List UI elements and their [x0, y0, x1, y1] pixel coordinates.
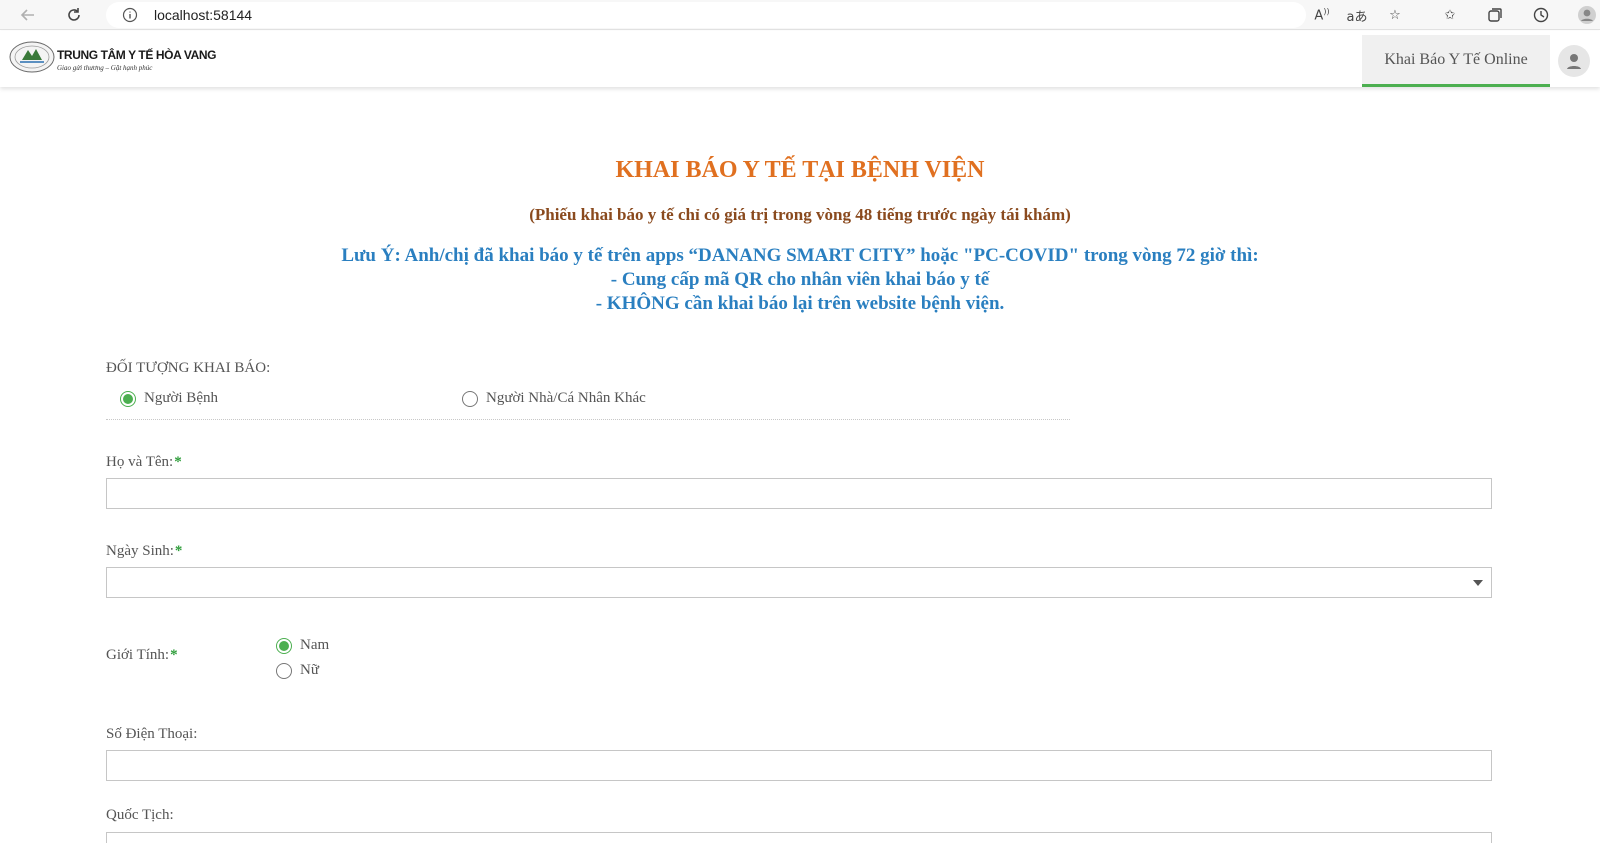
info-icon[interactable] [122, 7, 138, 23]
nationality-label: Quốc Tịch: [106, 807, 174, 823]
hospital-logo [9, 41, 55, 73]
radio-unchecked-icon[interactable] [462, 390, 478, 407]
fullname-label: Họ và Tên:* [106, 454, 182, 471]
subject-option-label: Người Bệnh [144, 390, 218, 406]
read-aloud-icon: A)) [1314, 6, 1330, 24]
gender-label-text: Giới Tính: [106, 647, 170, 663]
gender-option-male[interactable]: Nam [276, 637, 329, 654]
back-arrow-icon [20, 9, 34, 21]
reload-button[interactable] [62, 3, 86, 27]
dob-label-text: Ngày Sinh: [106, 543, 174, 559]
page-title: KHAI BÁO Y TẾ TẠI BỆNH VIỆN [615, 157, 985, 183]
dob-input[interactable] [107, 568, 1491, 597]
gender-option-label: Nam [300, 637, 330, 653]
notice-line: Lưu Ý: Anh/chị đã khai báo y tế trên app… [341, 245, 1259, 266]
collections-icon [1488, 8, 1502, 22]
notice-line: - KHÔNG cần khai báo lại trên website bệ… [595, 293, 1005, 314]
notice: Lưu Ý: Anh/chị đã khai báo y tế trên app… [0, 244, 1600, 316]
fullname-label-text: Họ và Tên: [106, 454, 174, 470]
gender-option-label: Nữ [300, 662, 319, 678]
required-mark: * [174, 454, 182, 470]
radio-unchecked-icon[interactable] [276, 662, 292, 679]
gender-option-female[interactable]: Nữ [276, 662, 319, 679]
profile-button[interactable] [1576, 4, 1598, 26]
required-mark: * [174, 543, 183, 559]
star-plus-icon: ☆ [1389, 7, 1401, 23]
read-aloud-button[interactable]: A)) [1311, 4, 1333, 26]
add-favorite-button[interactable]: ☆ [1384, 4, 1406, 26]
translate-button[interactable]: aあ [1346, 4, 1368, 26]
org-name: TRUNG TÂM Y TẾ HÒA VANG [57, 48, 217, 62]
address-url[interactable]: localhost:58144 [154, 7, 252, 23]
gender-label: Giới Tính:* [106, 647, 178, 664]
profile-icon [1578, 6, 1596, 24]
radio-checked-icon[interactable] [276, 637, 292, 654]
favorites-icon: ✩ [1444, 7, 1456, 23]
fullname-input[interactable] [107, 479, 1491, 508]
notice-line: - Cung cấp mã QR cho nhân viên khai báo … [610, 269, 990, 290]
phone-input[interactable] [107, 751, 1491, 780]
back-button[interactable] [16, 3, 40, 27]
phone-field[interactable] [106, 750, 1492, 781]
collections-button[interactable] [1484, 4, 1506, 26]
radio-checked-icon[interactable] [120, 390, 136, 407]
subject-option-relative[interactable]: Người Nhà/Cá Nhân Khác [462, 390, 646, 407]
dob-dropdown[interactable] [106, 567, 1492, 598]
nationality-field[interactable] [106, 832, 1492, 843]
phone-label: Số Điện Thoại: [106, 726, 198, 742]
subject-label: ĐỐI TƯỢNG KHAI BÁO: [106, 360, 271, 376]
favorites-button[interactable]: ✩ [1439, 4, 1461, 26]
history-button[interactable] [1530, 4, 1552, 26]
tab-khai-bao-y-te-online[interactable]: Khai Báo Y Tế Online [1362, 35, 1550, 87]
required-mark: * [170, 647, 178, 663]
reload-icon [68, 8, 80, 21]
history-icon [1533, 7, 1549, 23]
browser-toolbar: localhost:58144 A)) aあ ☆ ✩ [0, 0, 1600, 30]
caret-down-icon[interactable] [1473, 580, 1483, 586]
subject-option-label: Người Nhà/Cá Nhân Khác [486, 390, 646, 406]
translate-icon: aあ [1346, 9, 1368, 25]
site-header: TRUNG TÂM Y TẾ HÒA VANG Giao gửi thương … [0, 31, 1600, 87]
address-bar[interactable]: localhost:58144 [106, 2, 1306, 28]
fullname-field[interactable] [106, 478, 1492, 509]
subject-option-patient[interactable]: Người Bệnh [120, 390, 218, 407]
org-slogan: Giao gửi thương – Gặt hạnh phúc [57, 64, 153, 72]
section-divider [106, 419, 1070, 420]
page-subtitle: (Phiếu khai báo y tế chỉ có giá trị tron… [529, 205, 1071, 224]
user-avatar[interactable] [1558, 45, 1590, 77]
dob-label: Ngày Sinh:* [106, 543, 182, 560]
user-icon [1567, 54, 1581, 69]
